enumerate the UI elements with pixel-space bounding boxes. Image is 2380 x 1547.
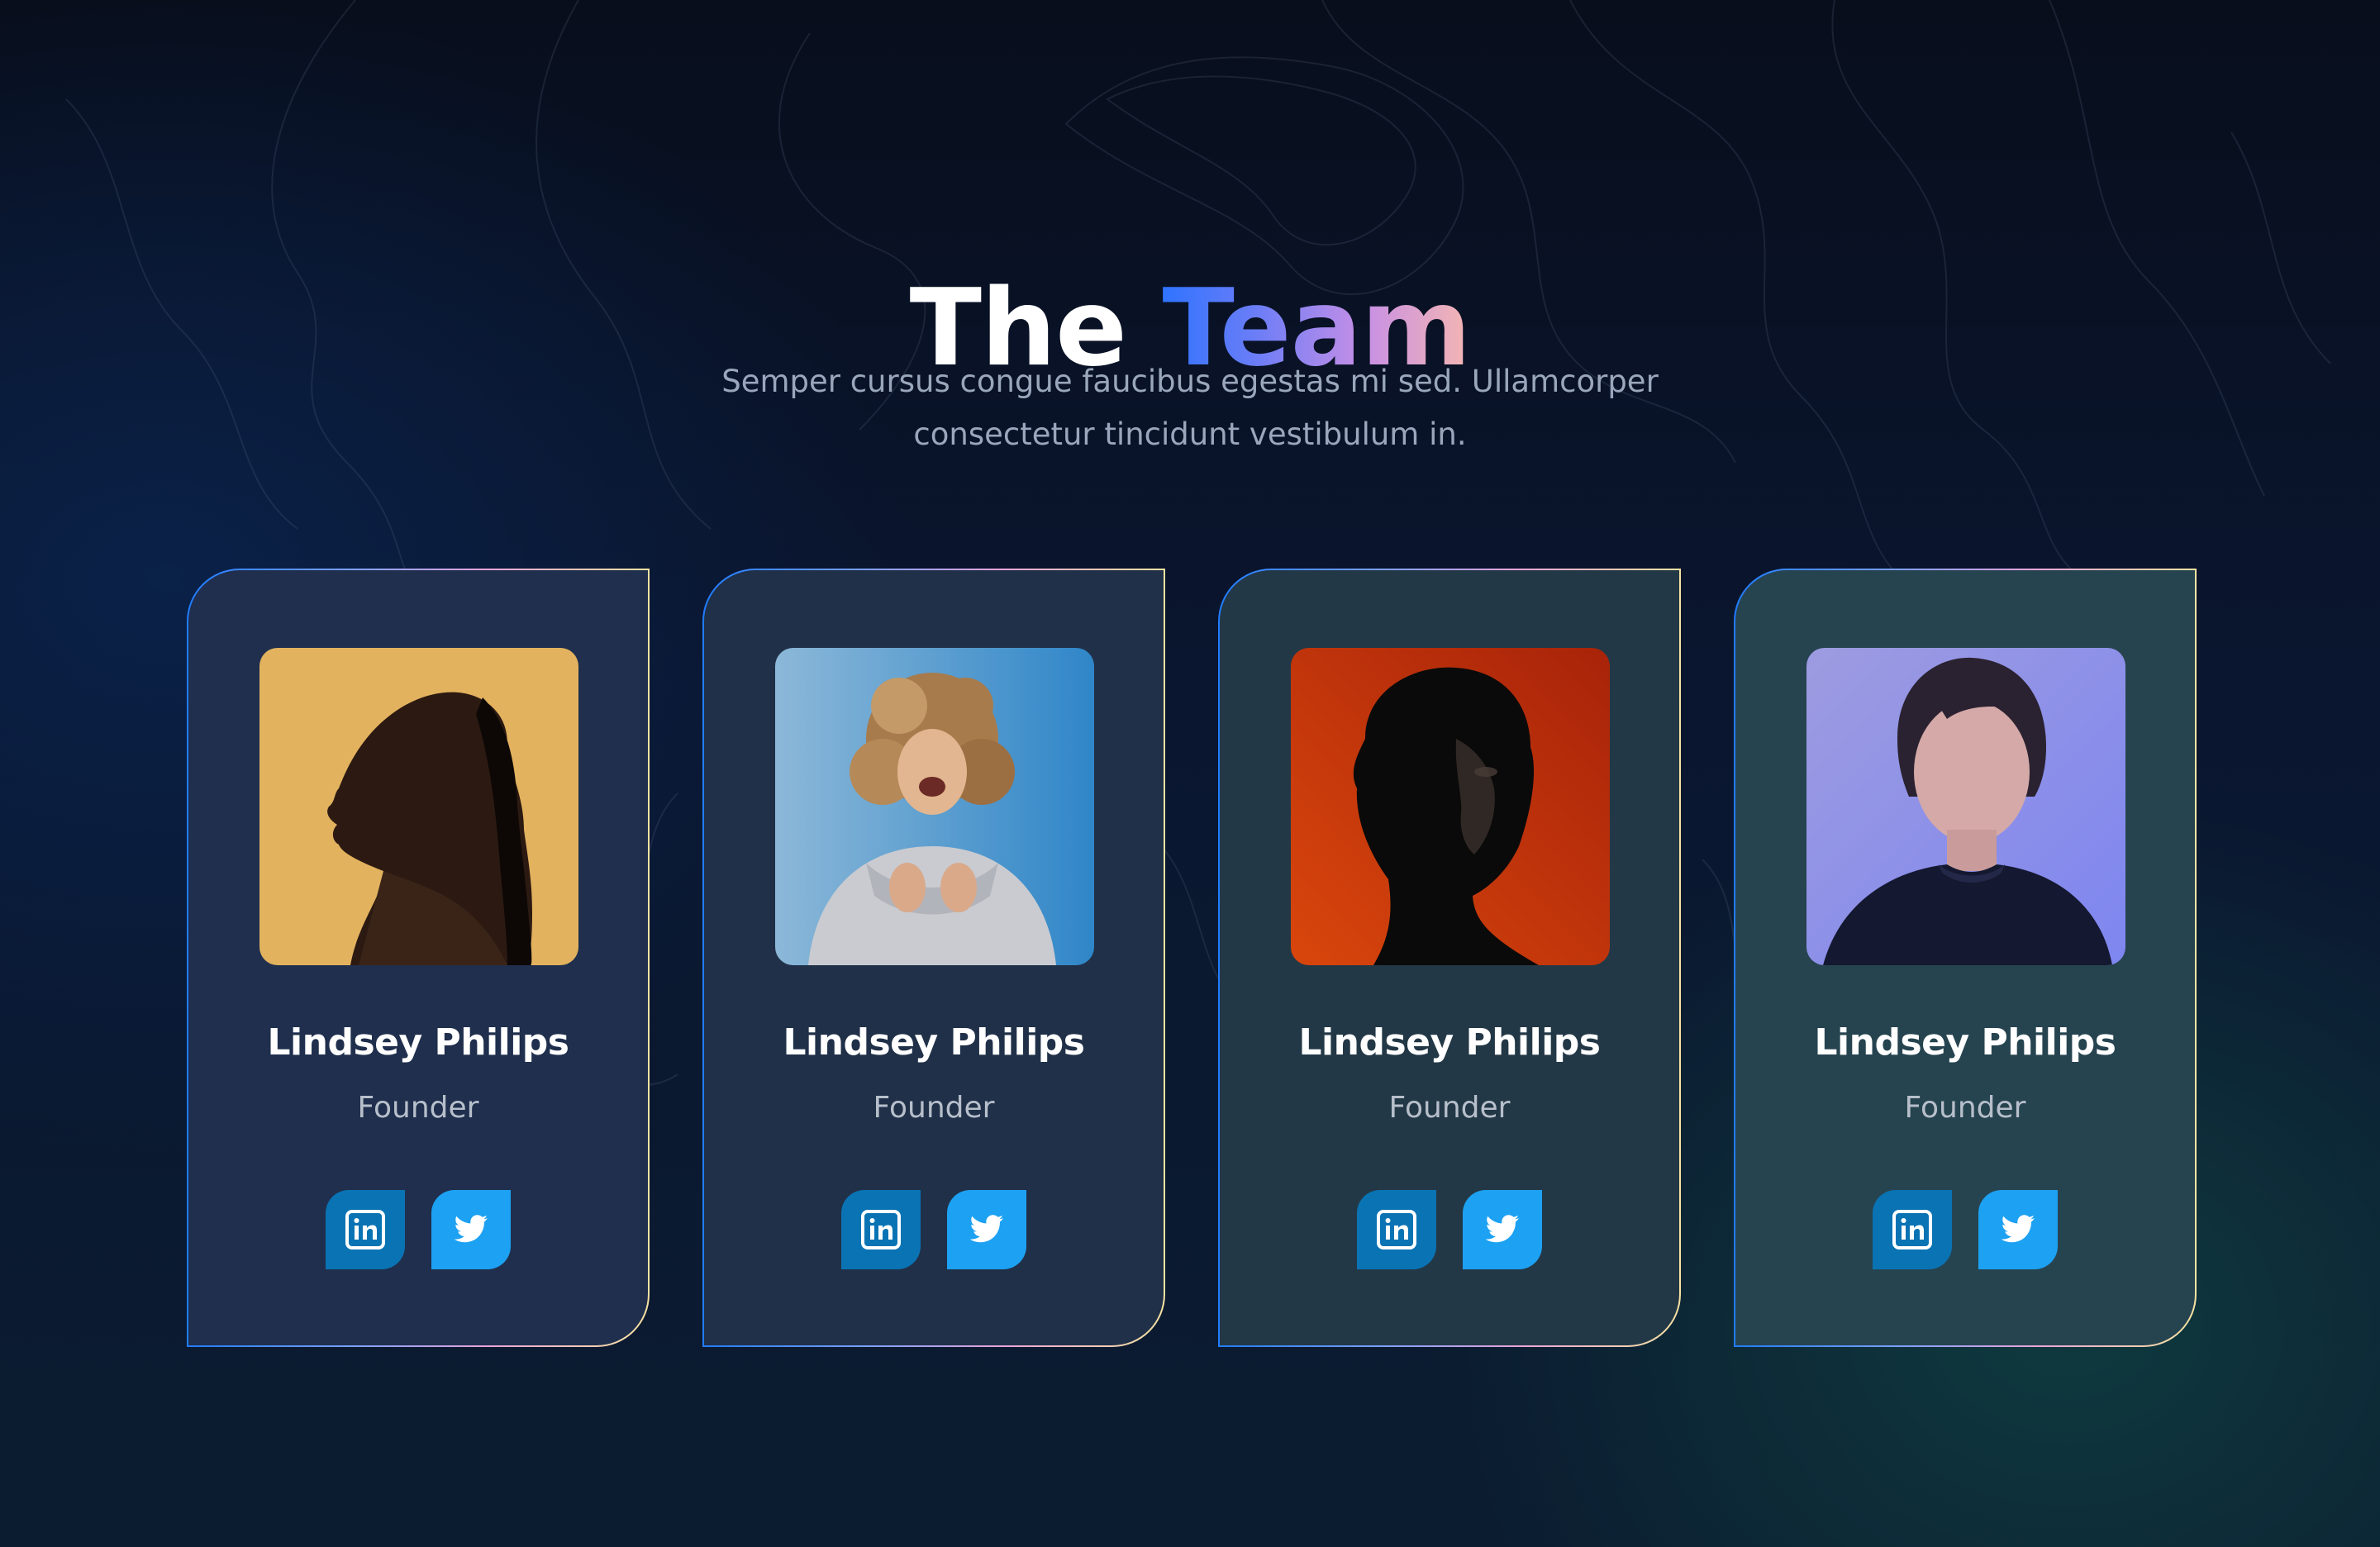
twitter-icon [969,1215,1003,1243]
linkedin-icon [1892,1210,1932,1250]
portrait-image [259,648,578,965]
twitter-button[interactable] [431,1190,511,1269]
linkedin-button[interactable] [1873,1190,1952,1269]
team-member-name: Lindsey Philips [783,1021,1085,1064]
social-links [704,1190,1164,1269]
linkedin-icon [861,1210,901,1250]
team-card-body: Lindsey Philips Founder [704,570,1164,1345]
twitter-icon [2001,1215,2035,1243]
portrait-image [1806,648,2125,965]
team-member-photo [1291,648,1610,965]
twitter-button[interactable] [1978,1190,2058,1269]
social-links [188,1190,648,1269]
team-member-role: Founder [873,1091,995,1125]
team-member-name: Lindsey Philips [1298,1021,1601,1064]
team-card: Lindsey Philips Founder [1734,569,2197,1347]
team-member-photo [775,648,1094,965]
team-member-name: Lindsey Philips [267,1021,569,1064]
social-links [1220,1190,1679,1269]
linkedin-button[interactable] [1357,1190,1436,1269]
linkedin-button[interactable] [326,1190,405,1269]
team-member-photo [259,648,578,965]
portrait-image [775,648,1094,965]
twitter-button[interactable] [947,1190,1026,1269]
team-card-body: Lindsey Philips Founder [1220,570,1679,1345]
twitter-icon [454,1215,488,1243]
section-subtitle: Semper cursus congue faucibus egestas mi… [721,364,1659,452]
social-links [1735,1190,2195,1269]
team-member-role: Founder [357,1091,479,1125]
linkedin-icon [345,1210,385,1250]
portrait-image [1291,648,1610,965]
team-card-body: Lindsey Philips Founder [188,570,648,1345]
team-card: Lindsey Philips Founder [702,569,1165,1347]
linkedin-icon [1377,1210,1416,1250]
team-card: Lindsey Philips Founder [1218,569,1681,1347]
team-card: Lindsey Philips Founder [187,569,650,1347]
team-card-body: Lindsey Philips Founder [1735,570,2195,1345]
team-member-name: Lindsey Philips [1814,1021,2116,1064]
team-member-role: Founder [1388,1091,1511,1125]
linkedin-button[interactable] [841,1190,921,1269]
twitter-icon [1485,1215,1519,1243]
team-member-role: Founder [1904,1091,2026,1125]
team-member-photo [1806,648,2125,965]
twitter-button[interactable] [1463,1190,1542,1269]
